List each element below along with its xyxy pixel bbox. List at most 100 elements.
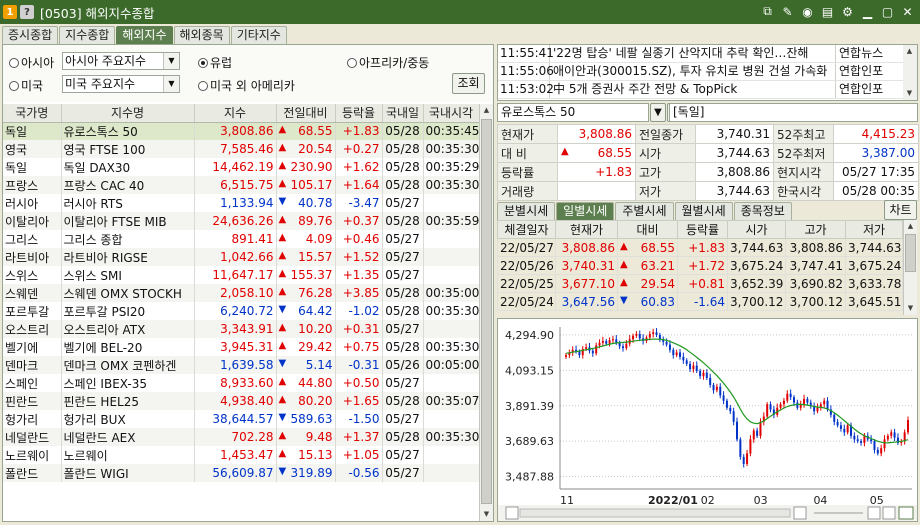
- table-row[interactable]: 영국 영국 FTSE 100 7,585.46 ▲ 20.54 +0.27 05/28 00:…: [3, 140, 480, 158]
- print-icon[interactable]: ▤: [819, 3, 836, 20]
- column-header[interactable]: 지수: [194, 104, 277, 123]
- chevron-down-icon[interactable]: ▼: [163, 76, 179, 92]
- candle-body: [739, 439, 742, 457]
- zoom-in-icon[interactable]: [882, 506, 896, 520]
- table-row[interactable]: 노르웨이 노르웨이 1,453.47 ▲ 15.13 +1.05 05/27: [3, 446, 480, 464]
- scroll-right-icon[interactable]: [793, 506, 807, 520]
- news-item[interactable]: 11:55:06 애이안과(300015.SZ), 투자 유치로 병원 건설 가속…: [498, 63, 917, 81]
- radio-other-america[interactable]: 미국 외 아메리카: [198, 77, 295, 94]
- column-header[interactable]: 고가: [785, 220, 846, 239]
- news-item[interactable]: 11:53:02 中 5개 증권사 주간 전망 & TopPick 연합인포: [498, 81, 917, 99]
- table-row[interactable]: 네덜란드 네덜란드 AEX 702.28 ▲ 9.48 +1.37 05/28 00:35:3…: [3, 428, 480, 446]
- maximize-icon[interactable]: ▢: [879, 3, 896, 20]
- table-row[interactable]: 포르투갈 포르투갈 PSI20 6,240.72 ▼ 64.42 -1.02 05/28 00…: [3, 302, 480, 320]
- dropdown-icon[interactable]: ▼: [650, 103, 666, 122]
- table-row[interactable]: 스웨덴 스웨덴 OMX STOCKH 2,058.10 ▲ 76.28 +3.85 05/2…: [3, 284, 480, 302]
- radio-asia[interactable]: 아시아: [9, 54, 54, 71]
- scroll-up-icon[interactable]: ▲: [904, 220, 917, 233]
- screen-number-badge[interactable]: 1: [3, 5, 17, 19]
- radio-africa-middleeast[interactable]: 아프리카/중동: [347, 54, 429, 71]
- column-header[interactable]: 등락율: [335, 104, 383, 123]
- table-row[interactable]: 벨기에 벨기에 BEL-20 3,945.31 ▲ 29.42 +0.75 05/28 00:…: [3, 338, 480, 356]
- chart-settings-icon[interactable]: [898, 506, 914, 520]
- price-chart[interactable]: 4,294.90 4,093.15 3,891.39 3,689.63 3,487.88…: [497, 318, 918, 522]
- candle-body: [585, 347, 588, 349]
- tab-other-index[interactable]: 기타지수: [230, 26, 287, 44]
- tab-weekly-quotes[interactable]: 주별시세: [615, 202, 674, 220]
- column-header[interactable]: 지수명: [61, 104, 195, 123]
- note-icon[interactable]: ✎: [779, 3, 796, 20]
- help-icon[interactable]: ?: [20, 5, 34, 19]
- column-header[interactable]: 국가명: [3, 104, 62, 123]
- radio-usa[interactable]: 미국: [9, 77, 43, 94]
- table-row[interactable]: 22/05/26 3,740.31 ▲ 63.21 +1.72 3,675.24 3,747…: [497, 256, 903, 275]
- camera-icon[interactable]: ◉: [799, 3, 816, 20]
- news-item[interactable]: 11:55:41'22명 탑승' 네팔 실종기 산악지대 추락 확인…잔해 연합뉴…: [498, 45, 917, 63]
- column-header[interactable]: 전일대비: [276, 104, 336, 123]
- scroll-left-icon[interactable]: [505, 506, 519, 520]
- tab-daily-quotes[interactable]: 일별시세: [556, 202, 615, 220]
- search-button[interactable]: 조회: [452, 73, 485, 94]
- scroll-down-icon[interactable]: ▼: [480, 508, 493, 521]
- table-row[interactable]: 스위스 스위스 SMI 11,647.17 ▲ 155.37 +1.35 05/27: [3, 266, 480, 284]
- tab-overseas-index[interactable]: 해외지수: [116, 26, 173, 44]
- change-cell: ▼ 319.89: [276, 464, 336, 482]
- table-row[interactable]: 22/05/25 3,677.10 ▲ 29.54 +0.81 3,652.39 3,690…: [497, 274, 903, 293]
- column-header[interactable]: 체결일자: [497, 220, 556, 239]
- tab-index-summary[interactable]: 지수종합: [59, 26, 116, 44]
- daily-scrollbar[interactable]: ▲ ▼: [903, 220, 917, 315]
- scroll-thumb[interactable]: [905, 234, 916, 272]
- chart-scrollbar[interactable]: [519, 508, 791, 518]
- tab-index-info[interactable]: 종목정보: [733, 202, 792, 220]
- column-header[interactable]: 국내시각: [423, 104, 480, 123]
- table-row[interactable]: 스페인 스페인 IBEX-35 8,933.60 ▲ 44.80 +0.50 05/27: [3, 374, 480, 392]
- chevron-down-icon[interactable]: ▼: [163, 53, 179, 69]
- scroll-thumb[interactable]: [481, 119, 492, 504]
- table-row[interactable]: 라트비아 라트비아 RIGSE 1,042.66 ▲ 15.57 +1.52 05/27: [3, 248, 480, 266]
- tab-overseas-stocks[interactable]: 해외종목: [173, 26, 230, 44]
- table-row[interactable]: 프랑스 프랑스 CAC 40 6,515.75 ▲ 105.17 +1.64 05/28 00…: [3, 176, 480, 194]
- usa-index-select[interactable]: 미국 주요지수 ▼: [62, 75, 180, 93]
- asia-index-select[interactable]: 아시아 주요지수 ▼: [62, 52, 180, 70]
- column-header[interactable]: 국내일: [382, 104, 424, 123]
- column-header[interactable]: 저가: [845, 220, 903, 239]
- index-value: 8,933.60: [194, 374, 277, 392]
- radio-europe[interactable]: 유럽: [198, 54, 232, 71]
- scroll-up-icon[interactable]: ▲: [903, 45, 916, 58]
- table-row[interactable]: 폴란드 폴란드 WIGI 56,609.87 ▼ 319.89 -0.56 05/27: [3, 464, 480, 482]
- candle-body: [668, 344, 671, 350]
- close-icon[interactable]: ✕: [899, 3, 916, 20]
- settings-icon[interactable]: ⚙: [839, 3, 856, 20]
- table-row[interactable]: 오스트리 오스트리아 ATX 3,343.91 ▲ 10.20 +0.31 05/27: [3, 320, 480, 338]
- tab-monthly-quotes[interactable]: 월별시세: [674, 202, 733, 220]
- column-header[interactable]: 대비: [617, 220, 678, 239]
- table-row[interactable]: 독일 유로스톡스 50 3,808.86 ▲ 68.55 +1.83 05/28 00:35:…: [3, 122, 480, 140]
- column-header[interactable]: 시가: [727, 220, 786, 239]
- column-header[interactable]: 현재가: [555, 220, 618, 239]
- index-name-input[interactable]: 유로스톡스 50: [497, 103, 649, 122]
- change-cell: ▲ 10.20: [276, 320, 336, 338]
- table-row[interactable]: 헝가리 헝가리 BUX 38,644.57 ▼ 589.63 -1.50 05/27: [3, 410, 480, 428]
- scroll-down-icon[interactable]: ▼: [903, 87, 916, 100]
- table-row[interactable]: 22/05/27 3,808.86 ▲ 68.55 +1.83 3,744.63 3,808…: [497, 238, 903, 257]
- column-header[interactable]: 등락률: [677, 220, 728, 239]
- table-row[interactable]: 핀란드 핀란드 HEL25 4,938.40 ▲ 80.20 +1.65 05/28 00:3…: [3, 392, 480, 410]
- table-row[interactable]: 덴마크 덴마크 OMX 코펜하겐 1,639.58 ▼ 5.14 -0.31 05/26 00…: [3, 356, 480, 374]
- link-icon[interactable]: ⧉: [759, 3, 776, 20]
- candle-body: [692, 365, 695, 370]
- table-row[interactable]: 독일 독일 DAX30 14,462.19 ▲ 230.90 +1.62 05/28 00:3…: [3, 158, 480, 176]
- scroll-down-icon[interactable]: ▼: [904, 302, 917, 315]
- scroll-up-icon[interactable]: ▲: [480, 104, 493, 117]
- zoom-out-icon[interactable]: [867, 506, 881, 520]
- table-row[interactable]: 22/05/24 3,647.56 ▼ 60.83 -1.64 3,700.12 3,700…: [497, 292, 903, 311]
- table-row[interactable]: 이탈리아 이탈리아 FTSE MIB 24,636.26 ▲ 89.76 +0.37 05/…: [3, 212, 480, 230]
- chart-button[interactable]: 차트: [884, 200, 917, 220]
- tab-market-summary[interactable]: 증시종합: [2, 26, 59, 44]
- news-scrollbar[interactable]: ▲ ▼: [903, 45, 917, 100]
- table-row[interactable]: 그리스 그리스 종합 891.41 ▲ 4.09 +0.46 05/27: [3, 230, 480, 248]
- table-row[interactable]: 러시아 러시아 RTS 1,133.94 ▼ 40.78 -3.47 05/27: [3, 194, 480, 212]
- candle-body: [682, 356, 685, 361]
- tab-minute-quotes[interactable]: 분별시세: [497, 202, 556, 220]
- index-table-scrollbar[interactable]: ▲ ▼: [479, 104, 493, 521]
- minimize-icon[interactable]: ▁: [859, 3, 876, 20]
